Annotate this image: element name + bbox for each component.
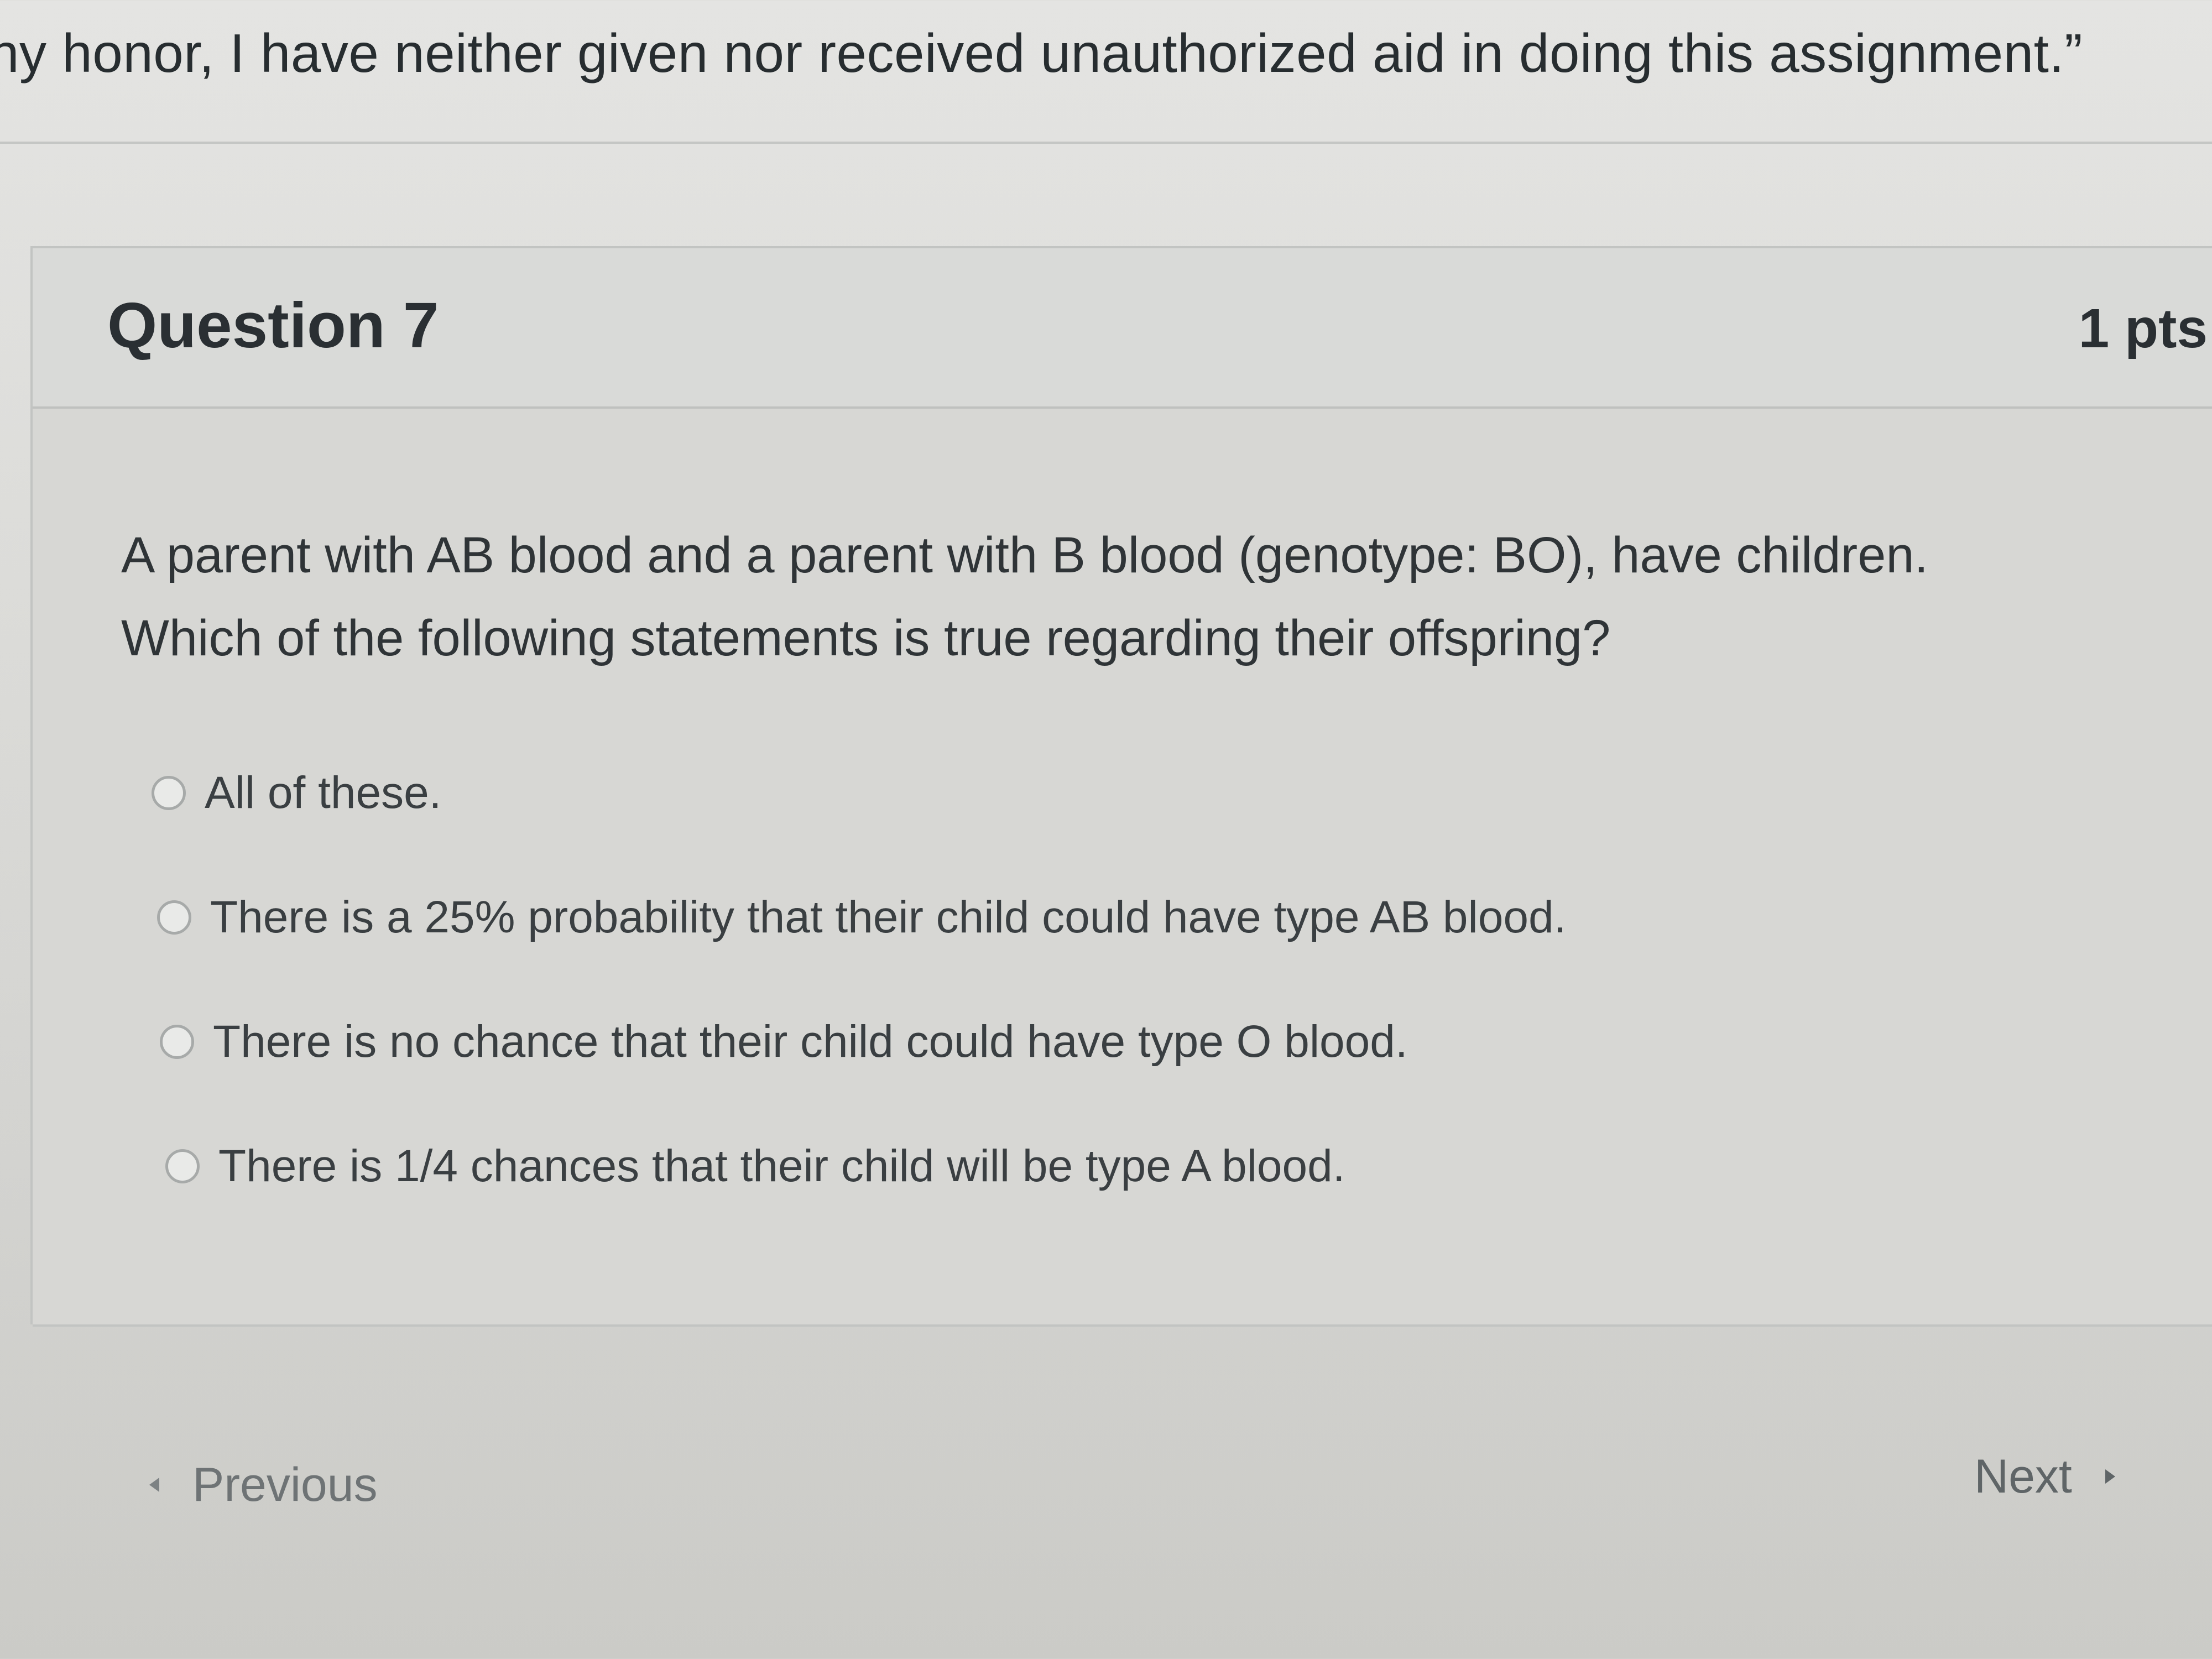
next-button[interactable]: Next bbox=[1974, 1441, 2115, 1512]
answer-option-no-chance-o[interactable]: There is no chance that their child coul… bbox=[160, 1011, 1408, 1072]
radio-button[interactable] bbox=[160, 1025, 194, 1059]
previous-label: Previous bbox=[192, 1458, 378, 1511]
question-text-line-1: A parent with AB blood and a parent with… bbox=[121, 527, 1929, 583]
answer-label: There is 1/4 chances that their child wi… bbox=[218, 1141, 1345, 1191]
radio-button[interactable] bbox=[157, 900, 191, 935]
answer-option-25-percent-ab[interactable]: There is a 25% probability that their ch… bbox=[157, 887, 1566, 948]
previous-button[interactable]: Previous bbox=[149, 1449, 378, 1521]
question-header: Question 7 1 pts bbox=[33, 248, 2212, 409]
question-card: Question 7 1 pts A parent with AB blood … bbox=[30, 246, 2212, 1327]
honor-statement-banner: ny honor, I have neither given nor recei… bbox=[0, 0, 2212, 145]
answer-label: All of these. bbox=[205, 768, 442, 818]
radio-button[interactable] bbox=[152, 776, 186, 810]
chevron-left-icon bbox=[149, 1478, 159, 1492]
question-body: A parent with AB blood and a parent with… bbox=[33, 409, 2212, 1327]
radio-button[interactable] bbox=[165, 1149, 200, 1183]
question-title: Question 7 bbox=[107, 289, 439, 361]
divider bbox=[0, 142, 2212, 144]
answer-label: There is a 25% probability that their ch… bbox=[210, 892, 1567, 942]
honor-statement-text: ny honor, I have neither given nor recei… bbox=[0, 23, 2083, 84]
chevron-right-icon bbox=[2105, 1469, 2115, 1484]
answer-option-quarter-chance-a[interactable]: There is 1/4 chances that their child wi… bbox=[165, 1136, 1345, 1197]
question-text-line-2: Which of the following statements is tru… bbox=[121, 610, 1611, 666]
question-points: 1 pts bbox=[2078, 298, 2208, 359]
answer-label: There is no chance that their child coul… bbox=[213, 1016, 1408, 1067]
answer-option-all-of-these[interactable]: All of these. bbox=[152, 763, 441, 823]
next-label: Next bbox=[1974, 1449, 2072, 1503]
question-text: A parent with AB blood and a parent with… bbox=[121, 514, 2112, 680]
